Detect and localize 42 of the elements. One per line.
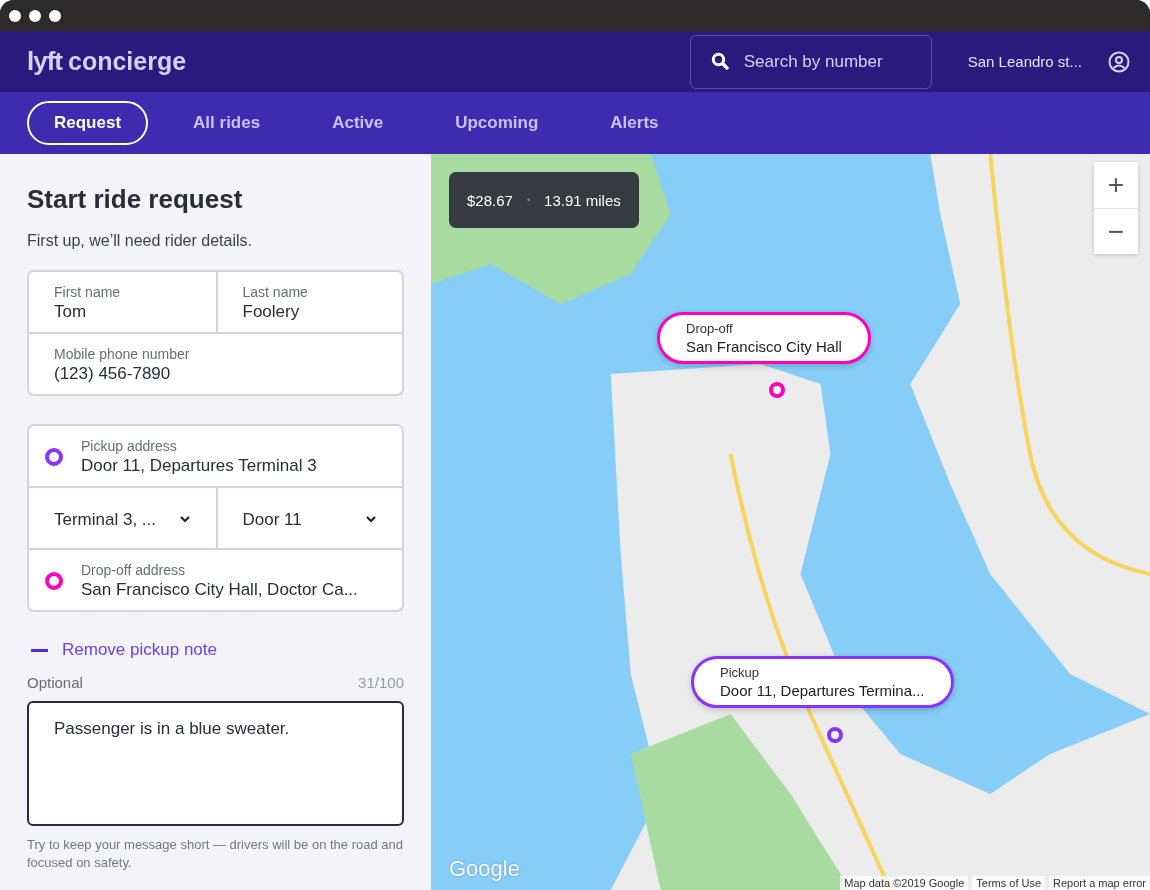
minus-icon (31, 648, 48, 652)
fare-amount: $28.67 (467, 191, 513, 209)
callout-label: Drop-off (686, 321, 734, 336)
panel-subtitle: First up, we’ll need rider details. (27, 232, 253, 250)
nav-tab[interactable]: Request (27, 101, 149, 145)
zoom-button[interactable]: − (1094, 208, 1138, 254)
text-field[interactable]: First name Tom (29, 272, 216, 332)
window-dots-icon (9, 9, 61, 22)
user-icon[interactable] (1108, 50, 1130, 73)
product-name: concierge (68, 47, 187, 76)
note-input[interactable]: Passenger is in a blue sweater. (27, 701, 404, 826)
address-field[interactable]: Pickup address Door 11, Departures Terminal 3 (29, 426, 402, 486)
search-field[interactable]: Search by number (689, 34, 932, 89)
note-hint: Try to keep your message short — drivers will be on the road and focused on safety. (27, 836, 404, 872)
remove-note-link[interactable]: Remove pickup note (31, 640, 217, 660)
address-field[interactable]: Drop-off address San Francisco City Hall, Doctor Ca... (29, 550, 402, 610)
callout-address: San Francisco City Hall (686, 338, 842, 355)
nav-tab[interactable]: Upcoming (428, 101, 566, 145)
trip-distance: 13.91 miles (544, 191, 621, 209)
zoom-button[interactable]: + (1094, 162, 1138, 208)
text-field[interactable]: Mobile phone number (123) 456-7890 (29, 334, 402, 394)
dropdown[interactable]: Terminal 3, ... (29, 488, 216, 548)
dropdown[interactable]: Door 11 (215, 488, 402, 548)
account-name[interactable]: San Leandro st... (967, 53, 1082, 70)
chevron-down-icon (365, 514, 377, 523)
map-provider-logo: Google (449, 856, 520, 882)
callout-label: Pickup (720, 665, 761, 680)
text-field[interactable]: Last name Foolery (215, 272, 402, 332)
nav-tab[interactable]: Alerts (583, 101, 686, 145)
nav-tab[interactable]: All rides (166, 101, 288, 145)
attribution-text: Map data ©2019 Google (840, 876, 969, 890)
attribution-text[interactable]: Terms of Use (972, 876, 1046, 890)
panel-title: Start ride request (27, 184, 244, 215)
nav-tab[interactable]: Active (305, 101, 411, 145)
note-label: Optional (27, 674, 83, 691)
search-icon (710, 51, 729, 70)
separator-dot: • (526, 195, 531, 205)
character-counter: 31/100 (358, 674, 404, 691)
chevron-down-icon (178, 514, 191, 523)
logo-wordmark[interactable]: lyft (27, 46, 62, 77)
attribution-text[interactable]: Report a map error (1049, 876, 1150, 890)
callout-address: Door 11, Departures Termina... (720, 682, 925, 699)
